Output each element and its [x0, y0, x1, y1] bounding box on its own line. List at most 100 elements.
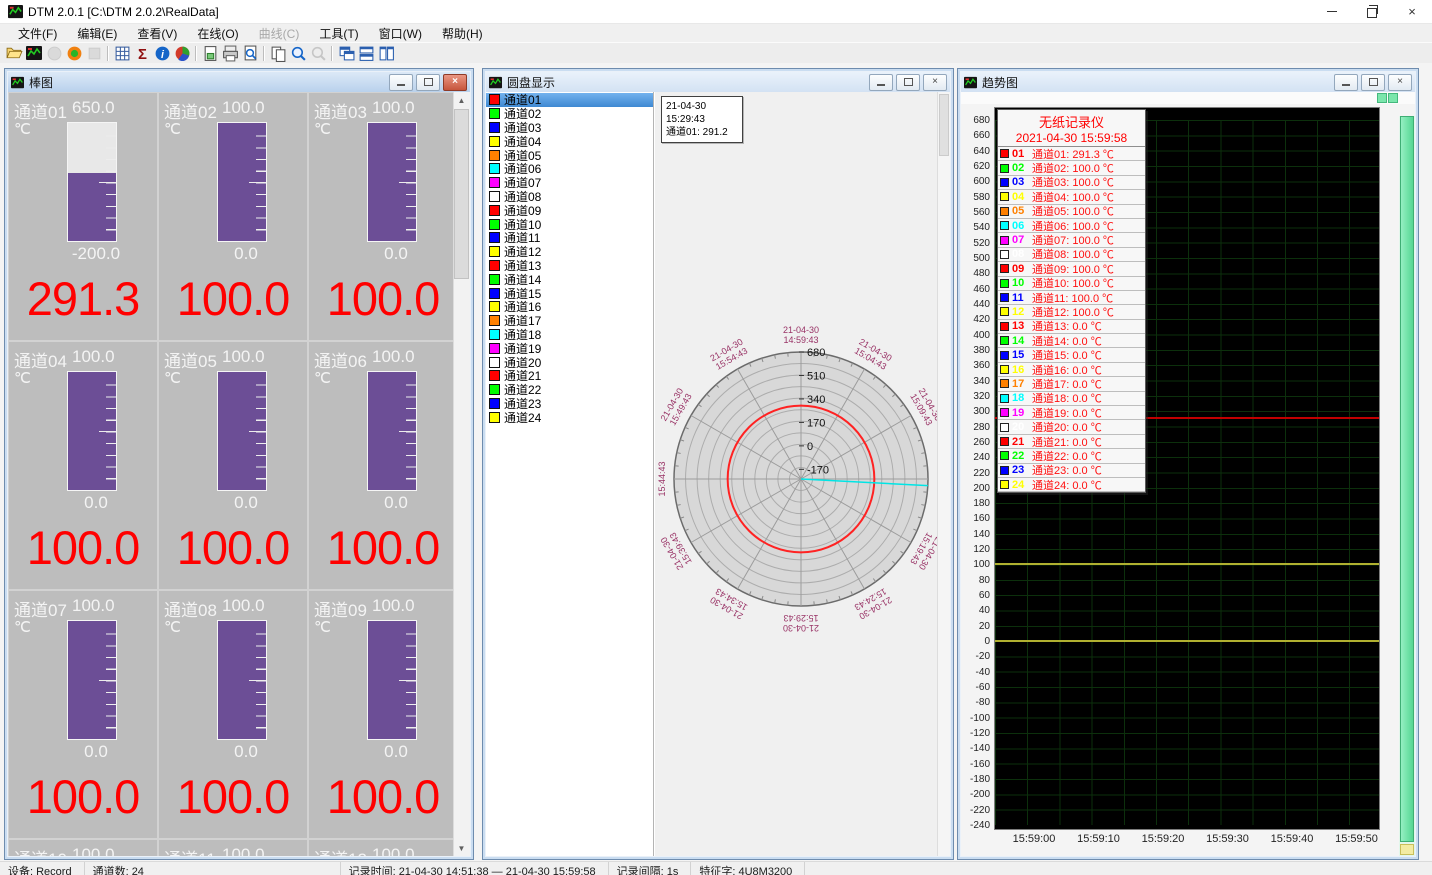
legend-row[interactable]: 05 通道05: 100.0 ℃: [998, 205, 1145, 219]
tile-horizontal-icon[interactable]: [356, 44, 376, 62]
legend-row[interactable]: 09 通道09: 100.0 ℃: [998, 262, 1145, 276]
trend-window-titlebar[interactable]: 趋势图 ×: [961, 72, 1415, 92]
open-file-icon[interactable]: [4, 44, 24, 62]
channel-number: 18: [1012, 392, 1029, 404]
legend-row[interactable]: 18 通道18: 0.0 ℃: [998, 392, 1145, 406]
scroll-up-icon[interactable]: ▲: [454, 92, 469, 108]
legend-row[interactable]: 02 通道02: 100.0 ℃: [998, 161, 1145, 175]
legend-row[interactable]: 22 通道22: 0.0 ℃: [998, 449, 1145, 463]
bargraph-window-titlebar[interactable]: 棒图 ×: [8, 72, 470, 92]
channel-value: 100.0: [309, 772, 455, 821]
tile-vertical-icon[interactable]: [376, 44, 396, 62]
menu-item[interactable]: 窗口(W): [369, 24, 432, 43]
legend-row[interactable]: 14 通道14: 0.0 ℃: [998, 334, 1145, 348]
legend-row[interactable]: 11 通道11: 100.0 ℃: [998, 291, 1145, 305]
range-max: 100.0: [72, 347, 115, 367]
realtime-data-icon[interactable]: [24, 44, 44, 62]
disc-window-titlebar[interactable]: 圆盘显示 ×: [486, 72, 950, 92]
child-minimize-button[interactable]: [389, 74, 413, 91]
info-icon[interactable]: i: [152, 44, 172, 62]
legend-row[interactable]: 01 通道01: 291.3 ℃: [998, 147, 1145, 161]
scroll-down-icon[interactable]: ▼: [454, 840, 469, 856]
data-table-icon[interactable]: [112, 44, 132, 62]
cascade-windows-icon[interactable]: [336, 44, 356, 62]
range-min: 0.0: [337, 244, 455, 264]
menu-item[interactable]: 文件(F): [8, 24, 67, 43]
channel-number: 10: [1012, 277, 1029, 289]
channel-reading: 通道10: 100.0 ℃: [1032, 277, 1114, 291]
disc-scrollbar[interactable]: [937, 92, 950, 856]
channel-color-chip: [1000, 264, 1009, 273]
bargraph-scrollbar[interactable]: ▲ ▼: [453, 92, 470, 856]
close-icon: ×: [1397, 77, 1403, 87]
print-icon[interactable]: [220, 44, 240, 62]
zoom-in-icon[interactable]: [288, 44, 308, 62]
menu-item[interactable]: 查看(V): [127, 24, 187, 43]
close-button[interactable]: ×: [1392, 0, 1432, 23]
legend-row[interactable]: 10 通道10: 100.0 ℃: [998, 277, 1145, 291]
range-max: 100.0: [222, 596, 265, 616]
legend-row[interactable]: 20 通道20: 0.0 ℃: [998, 420, 1145, 434]
menu-item[interactable]: 曲线(C): [249, 24, 310, 43]
legend-row[interactable]: 08 通道08: 100.0 ℃: [998, 248, 1145, 262]
legend-row[interactable]: 12 通道12: 100.0 ℃: [998, 305, 1145, 319]
trend-plot: 无纸记录仪 2021-04-30 15:59:58 01 通道01: 291.3…: [994, 107, 1380, 830]
child-maximize-button[interactable]: [416, 74, 440, 91]
child-close-button[interactable]: ×: [443, 74, 467, 91]
legend-row[interactable]: 19 通道19: 0.0 ℃: [998, 406, 1145, 420]
bar-gauge-ticks: [106, 623, 116, 739]
legend-row[interactable]: 07 通道07: 100.0 ℃: [998, 233, 1145, 247]
channel-color-chip: [489, 150, 500, 161]
menu-item[interactable]: 工具(T): [309, 24, 368, 43]
record-icon[interactable]: [64, 44, 84, 62]
scrollbar-thumb[interactable]: [454, 109, 469, 279]
child-close-button[interactable]: ×: [1388, 74, 1412, 91]
legend-row[interactable]: 13 通道13: 0.0 ℃: [998, 320, 1145, 334]
copy-icon[interactable]: [268, 44, 288, 62]
statistics-sigma-icon[interactable]: Σ: [132, 44, 152, 62]
minimize-button[interactable]: [1312, 0, 1352, 23]
channel-reading: 通道08: 100.0 ℃: [1032, 248, 1114, 262]
hscrollbar-thumb[interactable]: [1377, 93, 1387, 103]
trend-vscrollbar[interactable]: [1399, 116, 1415, 856]
radial-axis-label: 0: [807, 441, 813, 453]
bar-gauge-mid-tick: [99, 182, 116, 183]
child-close-button[interactable]: ×: [923, 74, 947, 91]
bar-gauge-ticks: [256, 623, 266, 739]
scrollbar-thumb[interactable]: [939, 94, 949, 156]
close-icon: ×: [932, 77, 938, 87]
bar-gauge-mid-tick: [249, 182, 266, 183]
channel-list-item[interactable]: 通道24: [486, 410, 653, 424]
child-minimize-button[interactable]: [1334, 74, 1358, 91]
legend-row[interactable]: 15 通道15: 0.0 ℃: [998, 348, 1145, 362]
range-max: 100.0: [372, 98, 415, 118]
legend-row[interactable]: 23 通道23: 0.0 ℃: [998, 464, 1145, 478]
legend-row[interactable]: 17 通道17: 0.0 ℃: [998, 377, 1145, 391]
child-maximize-button[interactable]: [1361, 74, 1385, 91]
titlebar: DTM 2.0.1 [C:\DTM 2.0.2\RealData] ×: [0, 0, 1432, 24]
hscrollbar-button[interactable]: [1388, 93, 1398, 103]
restore-button[interactable]: [1352, 0, 1392, 23]
menu-item[interactable]: 编辑(E): [67, 24, 127, 43]
legend-row[interactable]: 21 通道21: 0.0 ℃: [998, 435, 1145, 449]
channel-reading: 通道19: 0.0 ℃: [1032, 406, 1102, 420]
pie-chart-icon[interactable]: [172, 44, 192, 62]
legend-row[interactable]: 03 通道03: 100.0 ℃: [998, 176, 1145, 190]
child-minimize-button[interactable]: [869, 74, 893, 91]
export-icon[interactable]: [200, 44, 220, 62]
channel-color-chip: [1000, 480, 1009, 489]
child-maximize-button[interactable]: [896, 74, 920, 91]
menu-item[interactable]: 帮助(H): [432, 24, 493, 43]
channel-color-chip: [1000, 336, 1009, 345]
legend-row[interactable]: 24 通道24: 0.0 ℃: [998, 478, 1145, 492]
legend-row[interactable]: 06 通道06: 100.0 ℃: [998, 219, 1145, 233]
scrollbar-thumb[interactable]: [1400, 116, 1414, 842]
bar-gauge-mid-tick: [399, 431, 416, 432]
channel-color-chip: [1000, 423, 1009, 432]
menu-item[interactable]: 在线(O): [187, 24, 248, 43]
legend-row[interactable]: 04 通道04: 100.0 ℃: [998, 190, 1145, 204]
scrollbar-corner-box[interactable]: [1400, 844, 1414, 855]
print-preview-icon[interactable]: [240, 44, 260, 62]
channel-color-chip: [489, 384, 500, 395]
legend-row[interactable]: 16 通道16: 0.0 ℃: [998, 363, 1145, 377]
